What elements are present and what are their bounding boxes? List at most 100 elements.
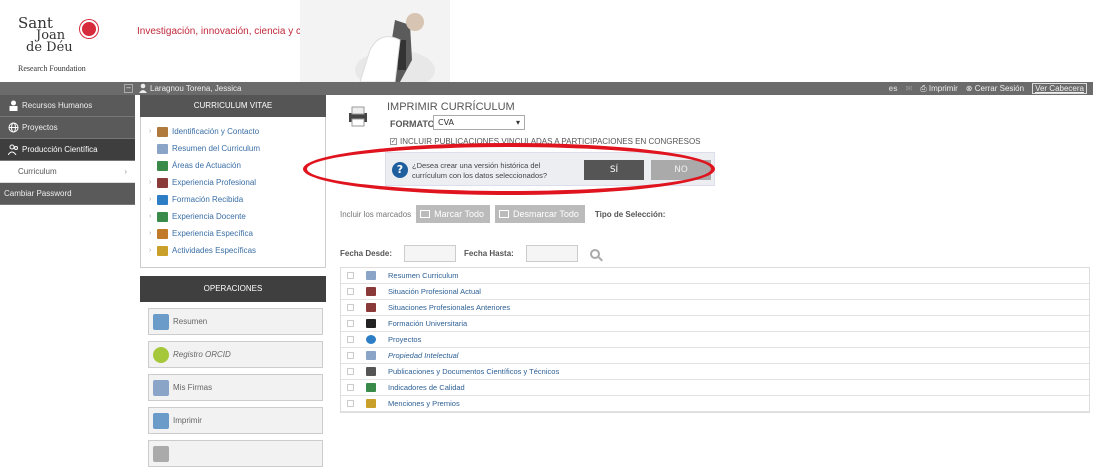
format-select-value: CVA [438,118,455,127]
document-icon [157,143,168,154]
printer-icon [153,412,169,429]
nav-label: Curriculum [18,167,57,176]
row-checkbox[interactable] [347,368,354,375]
row-checkbox[interactable] [347,400,354,407]
cv-item-experiencia-especifica[interactable]: › Experiencia Específica [149,225,325,242]
nav-label: Producción Científica [22,145,98,154]
chevron-down-icon: ▾ [515,118,520,127]
highlight-ellipse [303,143,715,195]
list-item-label: Resumen Curriculum [388,271,459,280]
nav-label: Proyectos [22,123,58,132]
list-item[interactable]: Menciones y Premios [341,396,1089,412]
list-item[interactable]: Resumen Curriculum [341,268,1089,284]
signature-icon [153,379,169,396]
specific-icon [157,228,168,239]
row-checkbox[interactable] [347,272,354,279]
op-resumen-button[interactable]: Resumen [148,308,323,335]
activities-icon [157,245,168,256]
row-checkbox[interactable] [347,304,354,311]
logout-link[interactable]: ⊗ Cerrar Sesión [966,84,1024,93]
mail-icon[interactable]: ✉ [906,84,913,93]
logo-text: de Déu [26,40,73,55]
cv-item-formacion[interactable]: › Formación Recibida [149,191,325,208]
cv-item-label: Resumen del Curriculum [172,144,261,153]
op-label: Mis Firmas [173,383,213,392]
id-card-icon [157,126,168,137]
op-extra-button[interactable] [148,440,323,467]
sjd-logo[interactable]: Sant Joan de Déu Research Foundation [18,14,123,80]
format-select[interactable]: CVA ▾ [433,115,525,130]
left-nav: Recursos Humanos Proyectos Producción Ci… [0,95,135,205]
list-item-label: Propiedad Intelectual [388,351,459,360]
cv-item-actividades[interactable]: › Actividades Específicas [149,242,325,259]
row-checkbox[interactable] [347,336,354,343]
document-icon [366,271,376,280]
collapse-icon[interactable]: − [124,84,133,93]
star-icon [366,399,376,408]
area-icon [157,160,168,171]
nav-proyectos[interactable]: Proyectos [0,117,135,139]
chart-icon [366,383,376,392]
search-icon[interactable] [589,248,600,259]
list-item[interactable]: Indicadores de Calidad [341,380,1089,396]
cv-item-areas[interactable]: Áreas de Actuación [149,157,325,174]
briefcase-icon [366,303,376,312]
date-filter: Fecha Desde: Fecha Hasta: [340,245,600,262]
operations-title: OPERACIONES [140,276,326,302]
row-checkbox[interactable] [347,384,354,391]
op-orcid-button[interactable]: Registro ORCID [148,341,323,368]
user-icon [139,83,147,93]
op-label: Registro ORCID [173,350,231,359]
row-checkbox[interactable] [347,288,354,295]
extra-icon [153,445,169,462]
nav-curriculum[interactable]: Curriculum › [0,161,135,183]
list-item-label: Situación Profesional Actual [388,287,481,296]
cv-item-label: Experiencia Profesional [172,178,257,187]
date-to-input[interactable] [525,245,578,262]
board-icon [157,211,168,222]
list-item[interactable]: Propiedad Intelectual [341,348,1089,364]
cv-item-label: Experiencia Docente [172,212,246,221]
op-firmas-button[interactable]: Mis Firmas [148,374,323,401]
chevron-right-icon: › [124,167,127,176]
cv-item-experiencia-docente[interactable]: › Experiencia Docente [149,208,325,225]
printer-icon [349,106,367,127]
logout-icon: ⊗ [965,84,973,93]
list-item[interactable]: Proyectos [341,332,1089,348]
nav-label: Recursos Humanos [22,101,93,110]
cv-item-label: Experiencia Específica [172,229,253,238]
row-checkbox[interactable] [347,352,354,359]
cv-item-experiencia-profesional[interactable]: › Experiencia Profesional [149,174,325,191]
row-checkbox[interactable] [347,320,354,327]
banner-image [300,0,450,90]
grid-icon [420,210,431,218]
list-item[interactable]: Publicaciones y Documentos Científicos y… [341,364,1089,380]
cv-item-resumen[interactable]: Resumen del Curriculum [149,140,325,157]
list-item-label: Formación Universitaria [388,319,468,328]
nav-produccion-cientifica[interactable]: Producción Científica [0,139,135,161]
graduation-cap-icon [366,319,376,328]
user-name: Laragnou Torena, Jessica [150,84,242,93]
print-link[interactable]: ⎙ Imprimir [920,84,958,94]
list-item[interactable]: Situación Profesional Actual [341,284,1089,300]
op-imprimir-button[interactable]: Imprimir [148,407,323,434]
people-icon [8,144,18,155]
list-item-label: Publicaciones y Documentos Científicos y… [388,367,560,376]
graduation-icon [157,194,168,205]
orcid-icon [153,346,169,363]
date-from-input[interactable] [404,245,457,262]
language-selector[interactable]: es [889,84,898,93]
unmark-all-button[interactable]: Desmarcar Todo [495,205,585,223]
list-item-label: Proyectos [388,335,422,344]
mark-all-button[interactable]: Marcar Todo [416,205,490,223]
list-item[interactable]: Formación Universitaria [341,316,1089,332]
cv-item-label: Formación Recibida [172,195,244,204]
list-item[interactable]: Situaciones Profesionales Anteriores [341,300,1089,316]
nav-cambiar-password[interactable]: Cambiar Password [0,183,135,205]
nav-recursos-humanos[interactable]: Recursos Humanos [0,95,135,117]
header-toggle-link[interactable]: Ver Cabecera [1032,83,1087,94]
section-list: Resumen Curriculum Situación Profesional… [340,267,1090,413]
cv-item-identificacion[interactable]: › Identificación y Contacto [149,123,325,140]
intellectual-property-icon [366,351,376,360]
printer-icon: ⎙ [920,83,927,93]
